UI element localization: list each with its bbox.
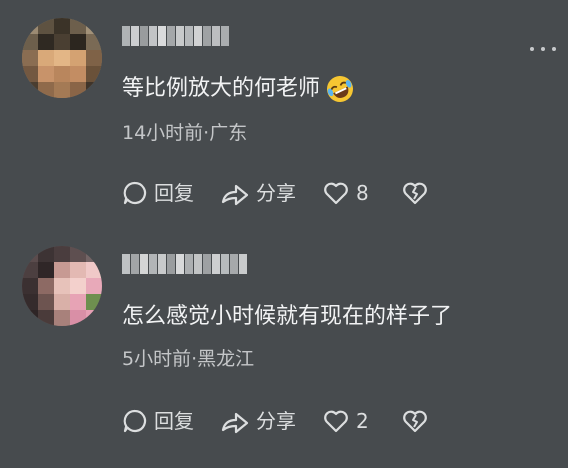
username-blurred[interactable] xyxy=(122,26,229,46)
comment-text: 怎么感觉小时候就有现在的样子了 xyxy=(122,304,453,329)
share-button[interactable]: 分享 xyxy=(220,406,296,436)
share-label: 分享 xyxy=(256,181,296,205)
share-arrow-icon xyxy=(221,184,249,206)
like-count: 2 xyxy=(356,409,369,433)
comment-feed: 等比例放大的何老师 14小时前·广东 回复 分享 8 怎么感觉小时候就有现在的样… xyxy=(0,0,568,468)
avatar-pixelated-image xyxy=(22,246,102,326)
reply-bubble-icon xyxy=(123,181,147,205)
more-dots-icon[interactable] xyxy=(530,44,556,54)
comment-content: 等比例放大的何老师 xyxy=(122,74,354,104)
broken-heart-icon xyxy=(402,410,427,433)
rolling-laughing-emoji-icon xyxy=(327,76,354,102)
share-label: 分享 xyxy=(256,409,296,433)
like-button[interactable]: 2 xyxy=(322,406,369,436)
comment-actions: 回复 分享 8 xyxy=(122,178,435,208)
reply-label: 回复 xyxy=(154,409,194,433)
heart-icon xyxy=(324,410,348,433)
comment-text: 等比例放大的何老师 xyxy=(122,76,321,101)
dislike-button[interactable] xyxy=(401,408,435,434)
like-count: 8 xyxy=(356,181,369,205)
reply-button[interactable]: 回复 xyxy=(122,406,194,436)
comment-actions: 回复 分享 2 xyxy=(122,406,435,436)
reply-label: 回复 xyxy=(154,181,194,205)
username-blurred[interactable] xyxy=(122,254,247,274)
comment-content: 怎么感觉小时候就有现在的样子了 xyxy=(122,302,452,332)
dislike-button[interactable] xyxy=(401,180,435,206)
share-button[interactable]: 分享 xyxy=(220,178,296,208)
broken-heart-icon xyxy=(402,182,427,205)
like-button[interactable]: 8 xyxy=(322,178,369,208)
avatar-pixelated-image xyxy=(22,18,102,98)
heart-icon xyxy=(324,182,348,205)
reply-bubble-icon xyxy=(123,409,147,433)
reply-button[interactable]: 回复 xyxy=(122,178,194,208)
time-location: 5小时前·黑龙江 xyxy=(122,348,255,370)
avatar[interactable] xyxy=(22,246,102,326)
time-location: 14小时前·广东 xyxy=(122,122,248,144)
avatar[interactable] xyxy=(22,18,102,98)
share-arrow-icon xyxy=(221,412,249,434)
